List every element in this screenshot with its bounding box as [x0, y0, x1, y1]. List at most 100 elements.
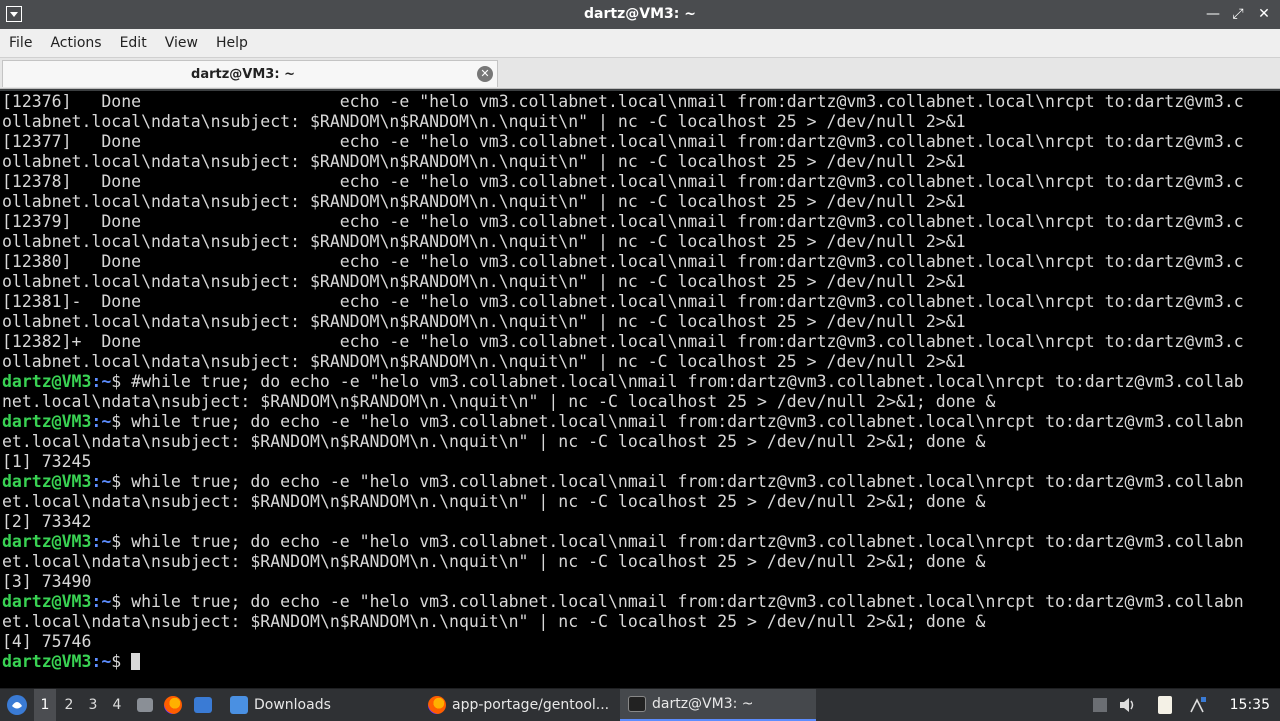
prompt-sign: $	[111, 372, 132, 391]
terminal-line: ollabnet.local\ndata\nsubject: $RANDOM\n…	[2, 312, 1254, 332]
prompt-path: :~	[91, 412, 112, 431]
line-text: ollabnet.local\ndata\nsubject: $RANDOM\n…	[2, 192, 966, 211]
firefox-launcher-icon[interactable]	[162, 689, 184, 721]
terminal-line: [1] 73245	[2, 452, 1254, 472]
terminal-line: et.local\ndata\nsubject: $RANDOM\n$RANDO…	[2, 552, 1254, 572]
line-text: [3] 73490	[2, 572, 92, 591]
line-text: [12376] Done echo -e "helo vm3.collabnet…	[2, 92, 1244, 111]
firefox-icon	[428, 696, 446, 714]
prompt-sign: $	[111, 532, 132, 551]
terminal-output[interactable]: [12376] Done echo -e "helo vm3.collabnet…	[0, 91, 1280, 688]
menu-file[interactable]: File	[0, 35, 41, 51]
prompt-path: :~	[91, 532, 112, 551]
terminal-line: et.local\ndata\nsubject: $RANDOM\n$RANDO…	[2, 432, 1254, 452]
task-label: dartz@VM3: ~	[652, 696, 754, 712]
line-text: [4] 75746	[2, 632, 92, 651]
workspace-3[interactable]: 3	[82, 689, 104, 721]
prompt-user: dartz@VM3	[2, 652, 92, 671]
minimize-icon[interactable]: —	[1206, 6, 1220, 22]
terminal-prompt-line: dartz@VM3:~$	[2, 652, 1254, 672]
prompt-user: dartz@VM3	[2, 592, 92, 611]
terminal-tab[interactable]: dartz@VM3: ~ ✕	[2, 60, 498, 87]
prompt-path: :~	[91, 472, 112, 491]
terminal-line: [12377] Done echo -e "helo vm3.collabnet…	[2, 132, 1254, 152]
terminal-prompt-line: dartz@VM3:~$ while true; do echo -e "hel…	[2, 472, 1254, 492]
terminal-line: et.local\ndata\nsubject: $RANDOM\n$RANDO…	[2, 612, 1254, 632]
window-title: dartz@VM3: ~	[584, 6, 696, 22]
terminal-line: [4] 75746	[2, 632, 1254, 652]
menu-actions[interactable]: Actions	[41, 35, 110, 51]
terminal-prompt-line: dartz@VM3:~$ #while true; do echo -e "he…	[2, 372, 1254, 392]
terminal-line: [3] 73490	[2, 572, 1254, 592]
menu-edit[interactable]: Edit	[111, 35, 156, 51]
line-text: ollabnet.local\ndata\nsubject: $RANDOM\n…	[2, 312, 966, 331]
line-text: ollabnet.local\ndata\nsubject: $RANDOM\n…	[2, 152, 966, 171]
task-downloads[interactable]: Downloads	[222, 689, 434, 721]
menu-help[interactable]: Help	[207, 35, 257, 51]
workspace-1[interactable]: 1	[34, 689, 56, 721]
terminal-line: net.local\ndata\nsubject: $RANDOM\n$RAND…	[2, 392, 1254, 412]
terminal-line: ollabnet.local\ndata\nsubject: $RANDOM\n…	[2, 232, 1254, 252]
show-desktop-icon[interactable]	[134, 689, 156, 721]
terminal-line: [12380] Done echo -e "helo vm3.collabnet…	[2, 252, 1254, 272]
task-terminal[interactable]: dartz@VM3: ~	[620, 689, 816, 721]
line-text: ollabnet.local\ndata\nsubject: $RANDOM\n…	[2, 352, 966, 371]
line-text: [12380] Done echo -e "helo vm3.collabnet…	[2, 252, 1244, 271]
line-text: et.local\ndata\nsubject: $RANDOM\n$RANDO…	[2, 612, 986, 631]
clock[interactable]: 15:35	[1230, 689, 1270, 721]
terminal-prompt-line: dartz@VM3:~$ while true; do echo -e "hel…	[2, 592, 1254, 612]
prompt-user: dartz@VM3	[2, 372, 92, 391]
line-text: et.local\ndata\nsubject: $RANDOM\n$RANDO…	[2, 552, 986, 571]
terminal-line: ollabnet.local\ndata\nsubject: $RANDOM\n…	[2, 192, 1254, 212]
line-text: ollabnet.local\ndata\nsubject: $RANDOM\n…	[2, 112, 966, 131]
prompt-path: :~	[91, 652, 112, 671]
terminal-line: ollabnet.local\ndata\nsubject: $RANDOM\n…	[2, 112, 1254, 132]
line-text: while true; do echo -e "helo vm3.collabn…	[131, 532, 1244, 551]
network-icon[interactable]	[1184, 689, 1210, 721]
tab-label: dartz@VM3: ~	[191, 67, 295, 82]
volume-icon[interactable]	[1118, 689, 1138, 721]
prompt-sign: $	[111, 472, 132, 491]
text-cursor	[131, 653, 141, 670]
line-text: [1] 73245	[2, 452, 92, 471]
terminal-line: ollabnet.local\ndata\nsubject: $RANDOM\n…	[2, 152, 1254, 172]
start-menu-icon[interactable]	[4, 689, 30, 721]
tab-bar: dartz@VM3: ~ ✕	[0, 58, 1280, 89]
prompt-path: :~	[91, 592, 112, 611]
menu-view[interactable]: View	[156, 35, 207, 51]
tray-up-icon[interactable]	[1090, 689, 1110, 721]
tab-close-icon[interactable]: ✕	[477, 66, 493, 82]
line-text: #while true; do echo -e "helo vm3.collab…	[131, 372, 1244, 391]
terminal-line: [12379] Done echo -e "helo vm3.collabnet…	[2, 212, 1254, 232]
workspace-4[interactable]: 4	[106, 689, 128, 721]
prompt-user: dartz@VM3	[2, 532, 92, 551]
app-launcher-icon[interactable]	[192, 689, 214, 721]
prompt-sign: $	[111, 592, 132, 611]
prompt-user: dartz@VM3	[2, 472, 92, 491]
task-label: app-portage/gentool...	[452, 697, 610, 713]
terminal-line: [12382]+ Done echo -e "helo vm3.collabne…	[2, 332, 1254, 352]
taskbar: 1 2 3 4 Downloads app-portage/gentool...…	[0, 688, 1280, 721]
terminal-prompt-line: dartz@VM3:~$ while true; do echo -e "hel…	[2, 532, 1254, 552]
line-text: et.local\ndata\nsubject: $RANDOM\n$RANDO…	[2, 492, 986, 511]
terminal-prompt-line: dartz@VM3:~$ while true; do echo -e "hel…	[2, 412, 1254, 432]
prompt-path: :~	[91, 372, 112, 391]
terminal-line: [12378] Done echo -e "helo vm3.collabnet…	[2, 172, 1254, 192]
line-text: ollabnet.local\ndata\nsubject: $RANDOM\n…	[2, 272, 966, 291]
line-text: ollabnet.local\ndata\nsubject: $RANDOM\n…	[2, 232, 966, 251]
maximize-icon[interactable]: ⤢	[1232, 6, 1244, 22]
line-text: [12378] Done echo -e "helo vm3.collabnet…	[2, 172, 1244, 191]
line-text: while true; do echo -e "helo vm3.collabn…	[131, 472, 1244, 491]
window-titlebar: dartz@VM3: ~ — ⤢ ✕	[0, 0, 1280, 30]
workspace-2[interactable]: 2	[58, 689, 80, 721]
line-text: [12381]- Done echo -e "helo vm3.collabne…	[2, 292, 1244, 311]
terminal-line: ollabnet.local\ndata\nsubject: $RANDOM\n…	[2, 352, 1254, 372]
task-firefox[interactable]: app-portage/gentool...	[420, 689, 632, 721]
close-icon[interactable]: ✕	[1258, 6, 1270, 22]
terminal-icon	[628, 696, 646, 712]
clipboard-icon[interactable]	[1154, 689, 1176, 721]
line-text: [12377] Done echo -e "helo vm3.collabnet…	[2, 132, 1244, 151]
folder-icon	[230, 696, 248, 714]
line-text: et.local\ndata\nsubject: $RANDOM\n$RANDO…	[2, 432, 986, 451]
terminal-line: [2] 73342	[2, 512, 1254, 532]
